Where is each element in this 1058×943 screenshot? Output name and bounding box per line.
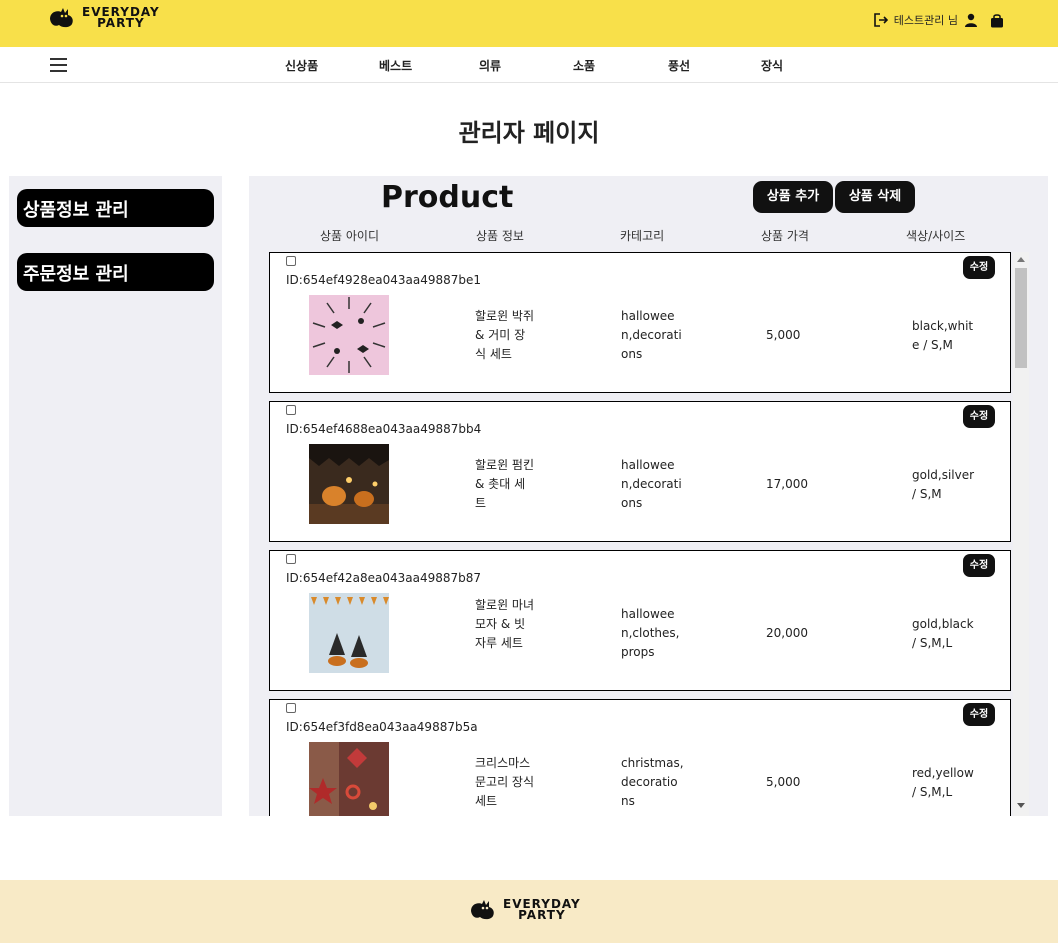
user-area: 테스트관리 님 <box>868 12 1010 28</box>
product-price: 5,000 <box>766 775 801 789</box>
product-category: christmas,decorations <box>621 756 684 808</box>
page-title: 관리자 페이지 <box>458 119 600 147</box>
product-row: ID:654ef3fd8ea043aa49887b5a 수정 크리스마스 문고리… <box>269 699 1011 816</box>
product-id: ID:654ef4928ea043aa49887be1 <box>286 273 482 287</box>
row-checkbox[interactable] <box>286 256 296 266</box>
edit-button[interactable]: 수정 <box>963 405 995 428</box>
brand-logo[interactable]: EVERYDAY PARTY <box>48 6 160 30</box>
panel-title: Product <box>381 180 514 215</box>
scroll-up-arrow-icon[interactable] <box>1017 257 1025 262</box>
column-header-color-size: 색상/사이즈 <box>906 229 966 243</box>
column-header-price: 상품 가격 <box>761 229 809 243</box>
product-category: halloween,decorations <box>621 309 682 361</box>
product-color-size: gold,black / S,M,L <box>912 617 974 650</box>
product-thumbnail <box>309 742 389 816</box>
nav-item-decorations[interactable]: 장식 <box>761 57 783 74</box>
logout-icon[interactable] <box>873 13 888 27</box>
cat-logo-icon <box>471 900 494 920</box>
nav-item-props[interactable]: 소품 <box>573 57 595 74</box>
product-thumbnail <box>309 444 389 524</box>
column-header-category: 카테고리 <box>620 229 665 243</box>
product-row: ID:654ef4688ea043aa49887bb4 수정 할로윈 펌킨 & … <box>269 401 1011 542</box>
row-checkbox[interactable] <box>286 554 296 564</box>
product-color-size: black,white / S,M <box>912 319 974 352</box>
brand-wordmark: EVERYDAY PARTY <box>503 898 581 922</box>
category-nav: 신상품 베스트 의류 소품 풍선 장식 <box>0 47 1058 83</box>
nav-item-balloons[interactable]: 풍선 <box>668 57 690 74</box>
product-id: ID:654ef42a8ea043aa49887b87 <box>286 571 481 585</box>
delete-product-button[interactable]: 상품 삭제 <box>835 181 915 213</box>
product-name: 할로윈 마녀 모자 & 빗자루 세트 <box>475 598 535 650</box>
column-header-id: 상품 아이디 <box>320 229 380 243</box>
column-header-info: 상품 정보 <box>476 229 524 243</box>
edit-button[interactable]: 수정 <box>963 703 995 726</box>
product-row: ID:654ef42a8ea043aa49887b87 수정 할로윈 마녀 모자… <box>269 550 1011 691</box>
product-list[interactable]: ID:654ef4928ea043aa49887be1 수정 할로윈 박쥐 & … <box>269 252 1013 816</box>
nav-item-best[interactable]: 베스트 <box>379 57 412 74</box>
sidebar-item-order-management[interactable]: 주문정보 관리 <box>17 253 214 291</box>
product-panel: Product 상품 추가 상품 삭제 상품 아이디 상품 정보 카테고리 상품… <box>249 176 1048 816</box>
product-price: 5,000 <box>766 328 801 342</box>
list-scrollbar[interactable] <box>1013 252 1029 816</box>
user-name[interactable]: 테스트관리 님 <box>894 12 958 28</box>
user-icon[interactable] <box>964 13 978 27</box>
cat-logo-icon <box>50 8 73 28</box>
footer: EVERYDAY PARTY <box>0 880 1058 943</box>
brand-wordmark: EVERYDAY PARTY <box>82 6 160 30</box>
product-name: 크리스마스 문고리 장식 세트 <box>475 756 535 808</box>
product-color-size: gold,silver / S,M <box>912 468 975 501</box>
add-product-button[interactable]: 상품 추가 <box>753 181 833 213</box>
nav-item-new[interactable]: 신상품 <box>285 57 318 74</box>
product-name: 할로윈 박쥐 & 거미 장식 세트 <box>475 309 535 361</box>
nav-item-clothes[interactable]: 의류 <box>479 57 501 74</box>
brand-line2: PARTY <box>518 908 566 922</box>
menu-icon[interactable] <box>50 58 67 72</box>
top-header: EVERYDAY PARTY 테스트관리 님 <box>0 0 1058 47</box>
row-checkbox[interactable] <box>286 405 296 415</box>
brand-line2: PARTY <box>97 16 145 30</box>
edit-button[interactable]: 수정 <box>963 554 995 577</box>
product-row: ID:654ef4928ea043aa49887be1 수정 할로윈 박쥐 & … <box>269 252 1011 393</box>
shopping-bag-icon[interactable] <box>990 13 1004 28</box>
product-thumbnail <box>309 295 389 375</box>
product-price: 17,000 <box>766 477 808 491</box>
product-category: halloween,decorations <box>621 458 682 510</box>
edit-button[interactable]: 수정 <box>963 256 995 279</box>
scrollbar-thumb[interactable] <box>1015 268 1027 368</box>
admin-sidebar: 상품정보 관리 주문정보 관리 <box>9 176 222 816</box>
row-checkbox[interactable] <box>286 703 296 713</box>
product-thumbnail <box>309 593 389 673</box>
product-color-size: red,yellow / S,M,L <box>912 766 974 799</box>
product-id: ID:654ef3fd8ea043aa49887b5a <box>286 720 478 734</box>
scroll-down-arrow-icon[interactable] <box>1017 803 1025 808</box>
product-name: 할로윈 펌킨 & 촛대 세트 <box>475 458 535 510</box>
product-category: halloween,clothes,props <box>621 607 680 659</box>
sidebar-item-product-management[interactable]: 상품정보 관리 <box>17 189 214 227</box>
product-id: ID:654ef4688ea043aa49887bb4 <box>286 422 482 436</box>
footer-brand-logo[interactable]: EVERYDAY PARTY <box>469 898 581 922</box>
product-price: 20,000 <box>766 626 808 640</box>
